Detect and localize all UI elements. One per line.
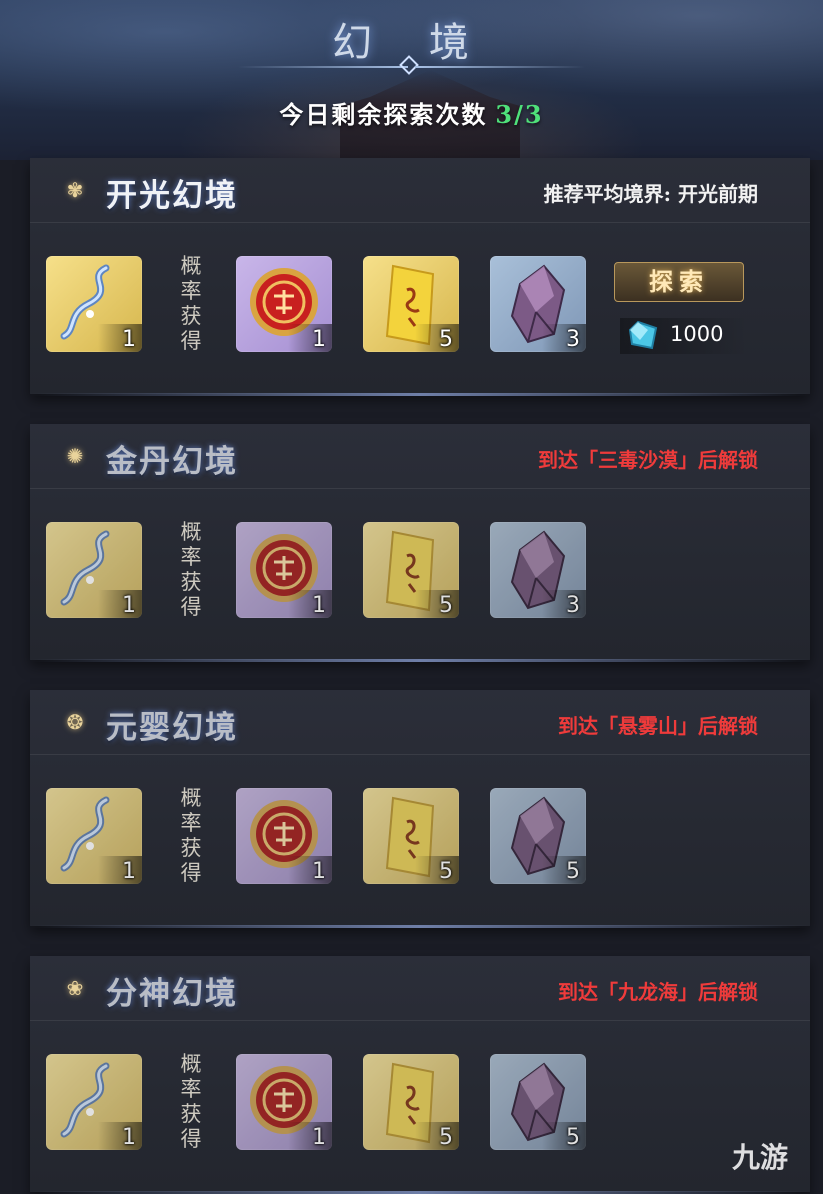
unlock-requirement: 到达「九龙海」后解锁 <box>558 980 758 1004</box>
item-quantity: 5 <box>439 859 453 884</box>
reward-item[interactable]: 1 <box>236 522 332 618</box>
explore-count-value: 3/3 <box>495 100 544 129</box>
reward-item[interactable]: 5 <box>490 1054 586 1150</box>
realm-header: ❂ 元婴幻境 到达「悬雾山」后解锁 <box>30 690 810 755</box>
flame-crest-icon: ❂ <box>66 710 84 734</box>
item-quantity: 3 <box>566 593 580 618</box>
reward-item[interactable]: 3 <box>490 256 586 352</box>
site-watermark: 九游 <box>732 1142 789 1173</box>
reward-item[interactable]: 1 <box>46 1054 142 1150</box>
item-quantity: 1 <box>312 327 326 352</box>
item-quantity: 3 <box>566 327 580 352</box>
realm-name: 元婴幻境 <box>106 710 238 746</box>
probability-label: 概 率 获 得 <box>180 786 202 885</box>
explore-count-row: 今日剩余探索次数 3/3 <box>0 95 823 130</box>
realm-section-kaiguang: ✾ 开光幻境 推荐平均境界: 开光前期 1 概 率 获 得 1 5 3 探索 1… <box>30 158 810 396</box>
reward-item[interactable]: 5 <box>363 788 459 884</box>
item-quantity: 5 <box>439 1125 453 1150</box>
title-divider-right <box>415 66 585 68</box>
reward-item[interactable]: 3 <box>490 522 586 618</box>
reward-item[interactable]: 5 <box>490 788 586 884</box>
explore-cost-value: 1000 <box>670 322 724 346</box>
lotus-icon: ❀ <box>66 976 84 1000</box>
reward-item[interactable]: 1 <box>236 256 332 352</box>
item-quantity: 5 <box>439 327 453 352</box>
item-quantity: 5 <box>439 593 453 618</box>
item-quantity: 1 <box>312 859 326 884</box>
header-banner: 幻 境 今日剩余探索次数 3/3 <box>0 0 823 160</box>
reward-item[interactable]: 1 <box>236 1054 332 1150</box>
unlock-requirement: 到达「悬雾山」后解锁 <box>558 714 758 738</box>
title-divider-left <box>238 66 408 68</box>
item-quantity: 1 <box>122 859 136 884</box>
realm-name: 分神幻境 <box>106 976 238 1012</box>
unlock-requirement: 到达「三毒沙漠」后解锁 <box>538 448 758 472</box>
reward-item[interactable]: 1 <box>46 522 142 618</box>
item-quantity: 1 <box>122 1125 136 1150</box>
explore-button[interactable]: 探索 <box>614 262 744 302</box>
realm-header: ✾ 开光幻境 推荐平均境界: 开光前期 <box>30 158 810 223</box>
item-quantity: 5 <box>566 1125 580 1150</box>
spirit-stone-icon <box>628 320 658 350</box>
reward-item[interactable]: 5 <box>363 522 459 618</box>
realm-section-yuanying: ❂ 元婴幻境 到达「悬雾山」后解锁 1 概 率 获 得 1 5 5 <box>30 690 810 928</box>
realm-section-fenshen: ❀ 分神幻境 到达「九龙海」后解锁 1 概 率 获 得 1 5 5 <box>30 956 810 1194</box>
reward-item[interactable]: 5 <box>363 1054 459 1150</box>
explore-count-label: 今日剩余探索次数 <box>279 100 488 129</box>
lotus-icon: ✾ <box>66 178 84 202</box>
item-quantity: 5 <box>566 859 580 884</box>
probability-label: 概 率 获 得 <box>180 1052 202 1151</box>
item-quantity: 1 <box>122 327 136 352</box>
realm-header: ✺ 金丹幻境 到达「三毒沙漠」后解锁 <box>30 424 810 489</box>
probability-label: 概 率 获 得 <box>180 254 202 353</box>
reward-item[interactable]: 1 <box>46 788 142 884</box>
realm-recommendation: 推荐平均境界: 开光前期 <box>543 182 758 206</box>
probability-label: 概 率 获 得 <box>180 520 202 619</box>
realm-name: 开光幻境 <box>106 178 238 214</box>
explore-cost: 1000 <box>620 318 748 354</box>
realm-header: ❀ 分神幻境 到达「九龙海」后解锁 <box>30 956 810 1021</box>
item-quantity: 1 <box>122 593 136 618</box>
item-quantity: 1 <box>312 1125 326 1150</box>
item-quantity: 1 <box>312 593 326 618</box>
realm-section-jindan: ✺ 金丹幻境 到达「三毒沙漠」后解锁 1 概 率 获 得 1 5 3 <box>30 424 810 662</box>
realm-name: 金丹幻境 <box>106 444 238 480</box>
reward-item[interactable]: 5 <box>363 256 459 352</box>
reward-item[interactable]: 1 <box>236 788 332 884</box>
reward-item[interactable]: 1 <box>46 256 142 352</box>
sun-core-icon: ✺ <box>66 444 84 468</box>
